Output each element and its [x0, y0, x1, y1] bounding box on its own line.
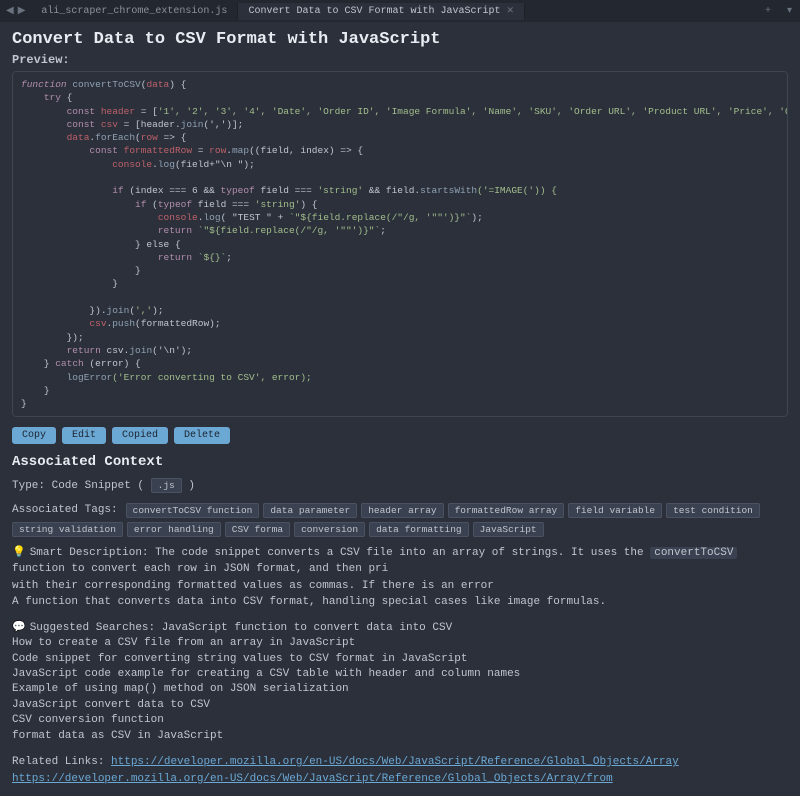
tags-label: Associated Tags: [12, 504, 118, 516]
file-ext-badge: .js [151, 478, 182, 493]
page-title: Convert Data to CSV Format with JavaScri… [12, 30, 788, 49]
tag[interactable]: header array [361, 503, 443, 518]
close-icon[interactable]: ✕ [506, 6, 514, 16]
related-link[interactable]: https://developer.mozilla.org/en-US/docs… [111, 756, 679, 768]
tab-active[interactable]: Convert Data to CSV Format with JavaScri… [238, 3, 525, 20]
related-links: Related Links: https://developer.mozilla… [12, 754, 788, 787]
smart-description: Smart Description: The code snippet conv… [12, 545, 788, 611]
edit-button[interactable]: Edit [62, 427, 106, 444]
content-area: Convert Data to CSV Format with JavaScri… [0, 22, 800, 795]
delete-button[interactable]: Delete [174, 427, 230, 444]
new-tab-button[interactable]: + [757, 6, 779, 17]
tag[interactable]: JavaScript [473, 522, 544, 537]
bulb-icon [12, 547, 30, 559]
copy-button[interactable]: Copy [12, 427, 56, 444]
tag[interactable]: data parameter [263, 503, 357, 518]
tab-file[interactable]: ali_scraper_chrome_extension.js [31, 3, 238, 20]
tag[interactable]: conversion [294, 522, 365, 537]
tab-bar: ◀ ▶ ali_scraper_chrome_extension.js Conv… [0, 0, 800, 22]
tag[interactable]: test condition [666, 503, 760, 518]
nav-back-icon[interactable]: ◀ [6, 5, 14, 17]
tab-label: Convert Data to CSV Format with JavaScri… [248, 6, 500, 17]
suggested-searches: Suggested Searches: JavaScript function … [12, 621, 788, 744]
tags-row: Associated Tags: convertToCSV function d… [12, 503, 788, 537]
chat-icon [12, 622, 30, 634]
tag[interactable]: convertToCSV function [126, 503, 260, 518]
copied-button[interactable]: Copied [112, 427, 168, 444]
tag[interactable]: error handling [127, 522, 221, 537]
code-preview: function convertToCSV(data) { try { cons… [12, 71, 788, 417]
preview-label: Preview: [12, 53, 788, 67]
context-header: Associated Context [12, 454, 788, 470]
tag[interactable]: string validation [12, 522, 123, 537]
tab-menu-icon[interactable]: ▾ [779, 5, 800, 17]
tag[interactable]: data formatting [369, 522, 469, 537]
button-row: Copy Edit Copied Delete [12, 427, 788, 444]
tag[interactable]: CSV forma [225, 522, 290, 537]
related-link[interactable]: https://developer.mozilla.org/en-US/docs… [12, 773, 613, 785]
tag[interactable]: field variable [568, 503, 662, 518]
type-line: Type: Code Snippet ( .js ) [12, 478, 788, 495]
nav-forward-icon[interactable]: ▶ [18, 5, 26, 17]
tag[interactable]: formattedRow array [448, 503, 565, 518]
tab-nav: ◀ ▶ [0, 5, 31, 17]
tab-label: ali_scraper_chrome_extension.js [41, 6, 227, 17]
